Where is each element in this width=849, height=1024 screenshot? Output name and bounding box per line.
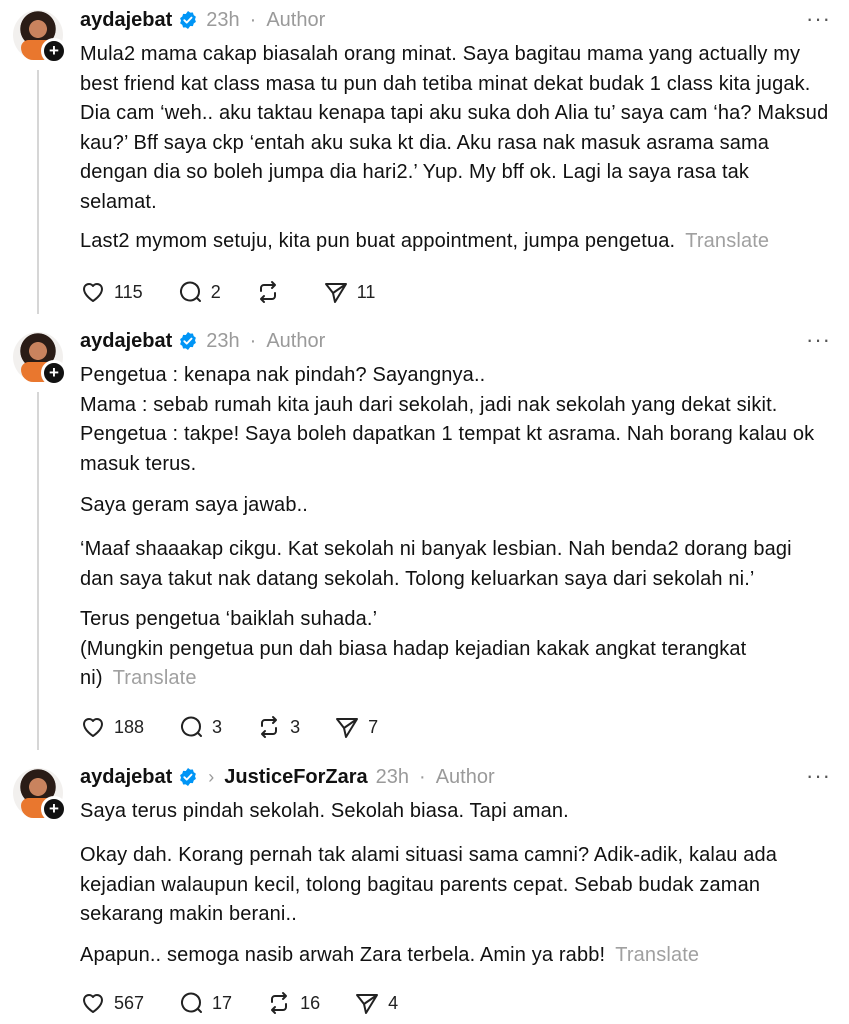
more-options-icon[interactable]: ··· — [806, 763, 831, 789]
share-count: 7 — [368, 716, 379, 737]
follow-plus-icon[interactable]: + — [41, 796, 67, 822]
reply-count: 2 — [210, 281, 221, 302]
reply-count: 17 — [212, 992, 233, 1013]
translate-link[interactable]: Translate — [685, 230, 769, 252]
post-paragraph: Terus pengetua ‘baiklah suhada.’ — [80, 608, 378, 630]
avatar[interactable]: + — [13, 10, 67, 64]
reply-count: 3 — [212, 716, 223, 737]
username[interactable]: aydajebat — [80, 9, 172, 32]
post-paragraph: Last2 mymom setuju, kita pun buat appoin… — [80, 230, 676, 252]
post-time: 23h — [206, 8, 240, 31]
repost-button[interactable]: 3 — [256, 714, 300, 740]
comment-icon — [181, 992, 203, 1013]
separator: · — [419, 765, 426, 788]
username[interactable]: aydajebat — [80, 766, 172, 789]
comment-icon — [179, 281, 201, 302]
repost-count: 3 — [290, 716, 301, 737]
author-label: Author — [266, 329, 326, 352]
post-header: aydajebat 23h · Author — [80, 327, 325, 355]
post-paragraph: Okay dah. Korang pernah tak alami situas… — [80, 844, 778, 925]
post-time: 23h — [375, 765, 410, 788]
post-text: Okay dah. Korang pernah tak alami situas… — [80, 841, 830, 930]
repost-count: 16 — [300, 992, 321, 1013]
avatar[interactable]: + — [13, 768, 67, 822]
repost-icon — [261, 716, 278, 738]
post-paragraph: Mula2 mama cakap biasalah orang minat. S… — [80, 43, 829, 213]
share-button[interactable]: 7 — [334, 714, 378, 740]
share-count: 11 — [356, 281, 376, 302]
author-label: Author — [266, 8, 326, 31]
reply-button[interactable]: 3 — [178, 714, 222, 740]
post-text: ‘Maaf shaaakap cikgu. Kat sekolah ni ban… — [80, 535, 830, 594]
post-paragraph: Mama : sebab rumah kita jauh dari sekola… — [80, 393, 778, 416]
post-text: Pengetua : kenapa nak pindah? Sayangnya.… — [80, 361, 830, 479]
follow-plus-icon[interactable]: + — [41, 38, 67, 64]
post-paragraph: Apapun.. semoga nasib arwah Zara terbela… — [80, 944, 606, 966]
post-text: Last2 mymom setuju, kita pun buat appoin… — [80, 227, 830, 257]
like-count: 115 — [114, 281, 143, 302]
repost-icon — [271, 992, 288, 1014]
like-count: 188 — [114, 716, 145, 737]
post-paragraph: Saya terus pindah sekolah. Sekolah biasa… — [80, 800, 569, 822]
thread-connector-line — [37, 392, 39, 750]
post-paragraph: Pengetua : kenapa nak pindah? Sayangnya.… — [80, 364, 486, 386]
chevron-right-icon: › — [208, 766, 215, 787]
post-paragraph: Saya geram saya jawab.. — [80, 494, 309, 516]
share-count: 4 — [388, 992, 399, 1013]
follow-plus-icon[interactable]: + — [41, 360, 67, 386]
reply-button[interactable]: 17 — [178, 990, 232, 1016]
heart-icon — [83, 994, 103, 1013]
post-text: Mula2 mama cakap biasalah orang minat. S… — [80, 40, 830, 217]
like-button[interactable]: 188 — [80, 714, 144, 740]
separator: · — [249, 329, 257, 352]
post-paragraph: Pengetua : takpe! Saya boleh dapatkan 1 … — [80, 423, 815, 475]
username[interactable]: aydajebat — [80, 330, 172, 353]
more-options-icon[interactable]: ··· — [806, 6, 831, 32]
post-text: Terus pengetua ‘baiklah suhada.’ (Mungki… — [80, 605, 830, 694]
reply-button[interactable]: 2 — [177, 279, 221, 305]
thread-connector-line — [37, 70, 39, 314]
more-options-icon[interactable]: ··· — [806, 327, 831, 353]
translate-link[interactable]: Translate — [113, 667, 197, 689]
repost-button[interactable] — [255, 279, 289, 305]
like-button[interactable]: 567 — [80, 990, 144, 1016]
heart-icon — [83, 283, 103, 302]
post-header: aydajebat › JusticeForZara 23h · Author — [80, 763, 495, 791]
verified-badge-icon — [180, 332, 197, 350]
post-actions: 567 17 16 4 — [80, 988, 432, 1018]
reply-to-username[interactable]: JusticeForZara — [224, 766, 367, 789]
post-header: aydajebat 23h · Author — [80, 6, 325, 34]
send-icon — [324, 283, 347, 303]
share-button[interactable]: 11 — [323, 279, 376, 305]
avatar[interactable]: + — [13, 332, 67, 386]
repost-button[interactable]: 16 — [266, 990, 320, 1016]
post-text: Saya terus pindah sekolah. Sekolah biasa… — [80, 797, 830, 827]
post-text: Saya geram saya jawab.. — [80, 491, 830, 521]
translate-link[interactable]: Translate — [615, 944, 699, 966]
post-actions: 188 3 3 7 — [80, 712, 412, 742]
send-icon — [356, 994, 379, 1014]
share-button[interactable]: 4 — [354, 990, 398, 1016]
post-text: Apapun.. semoga nasib arwah Zara terbela… — [80, 941, 830, 971]
author-label: Author — [435, 765, 495, 788]
like-count: 567 — [114, 992, 145, 1013]
post-paragraph: ‘Maaf shaaakap cikgu. Kat sekolah ni ban… — [80, 538, 792, 590]
post-time: 23h — [206, 329, 240, 352]
heart-icon — [83, 718, 103, 737]
separator: · — [249, 8, 257, 31]
verified-badge-icon — [180, 11, 197, 29]
post-actions: 115 2 11 — [80, 277, 409, 307]
comment-icon — [181, 716, 203, 737]
send-icon — [336, 718, 359, 738]
repost-icon — [259, 281, 276, 303]
verified-badge-icon — [180, 768, 197, 786]
like-button[interactable]: 115 — [80, 279, 143, 305]
